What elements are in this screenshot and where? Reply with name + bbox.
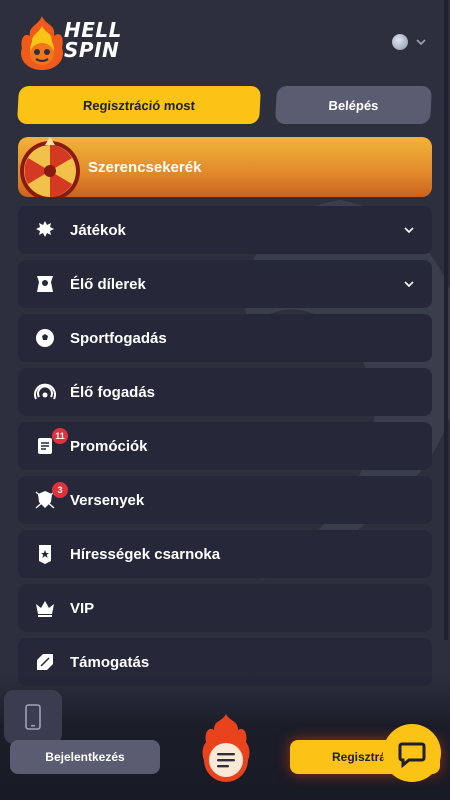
- login-button[interactable]: Belépés: [275, 86, 432, 124]
- fortune-wheel-label: Szerencsekerék: [88, 158, 202, 176]
- menu-label-games: Játékok: [70, 221, 126, 239]
- register-now-label: Regisztráció most: [82, 97, 196, 113]
- hellspin-logo[interactable]: HELL SPIN: [16, 14, 136, 72]
- fortune-wheel-banner[interactable]: Szerencsekerék: [18, 137, 432, 197]
- bottom-login-label: Bejelentkezés: [45, 750, 125, 764]
- menu-label-live-dealers: Élő dílerek: [70, 275, 146, 293]
- globe-icon: [392, 34, 408, 50]
- menu-item-hall-of-fame[interactable]: Hírességek csarnoka: [18, 530, 432, 578]
- tournaments-count-badge: 3: [52, 482, 68, 498]
- menu-item-sports-betting[interactable]: Sportfogadás: [18, 314, 432, 362]
- live-signal-icon: [34, 383, 56, 400]
- menu-item-promotions[interactable]: 11 Promóciók: [18, 422, 432, 470]
- fortune-wheel-icon: [20, 137, 80, 197]
- mobile-app-button[interactable]: [4, 690, 62, 744]
- chevron-down-icon: [416, 39, 426, 46]
- menu-label-hall-of-fame: Hírességek csarnoka: [70, 545, 221, 563]
- chat-icon: [398, 742, 426, 768]
- header: HELL SPIN: [0, 0, 450, 80]
- scrollbar[interactable]: [444, 0, 448, 640]
- bottom-login-button[interactable]: Bejelentkezés: [10, 740, 160, 774]
- flame-mascot-icon: [20, 16, 64, 70]
- crown-icon: [36, 601, 54, 617]
- login-label: Belépés: [328, 97, 379, 113]
- phone-icon: [25, 704, 41, 730]
- menu-item-vip[interactable]: VIP: [18, 584, 432, 632]
- chevron-down-icon[interactable]: [402, 277, 416, 291]
- menu-label-promotions: Promóciók: [70, 437, 148, 455]
- main-menu: Játékok Élő dílerek Sportfogadás Élő fog…: [18, 206, 432, 692]
- chevron-down-icon[interactable]: [402, 223, 416, 237]
- menu-item-games[interactable]: Játékok: [18, 206, 432, 254]
- live-dealer-icon: [37, 276, 53, 292]
- promotions-count-badge: 11: [52, 428, 68, 444]
- menu-label-live-betting: Élő fogadás: [70, 383, 156, 401]
- games-icon: [36, 221, 54, 237]
- menu-label-sports-betting: Sportfogadás: [70, 329, 167, 347]
- logo-text: HELL SPIN: [64, 18, 122, 62]
- menu-label-vip: VIP: [70, 599, 95, 617]
- language-selector[interactable]: [392, 34, 428, 50]
- menu-item-live-dealers[interactable]: Élő dílerek: [18, 260, 432, 308]
- menu-label-tournaments: Versenyek: [70, 491, 145, 509]
- register-now-button[interactable]: Regisztráció most: [17, 86, 261, 124]
- chat-button[interactable]: [383, 724, 441, 782]
- soccer-ball-icon: [36, 329, 54, 347]
- menu-item-live-betting[interactable]: Élő fogadás: [18, 368, 432, 416]
- support-icon: [37, 654, 53, 670]
- menu-fab-button[interactable]: [198, 712, 254, 784]
- menu-item-tournaments[interactable]: 3 Versenyek: [18, 476, 432, 524]
- banner-star-icon: [39, 545, 51, 564]
- menu-label-support: Támogatás: [70, 653, 150, 671]
